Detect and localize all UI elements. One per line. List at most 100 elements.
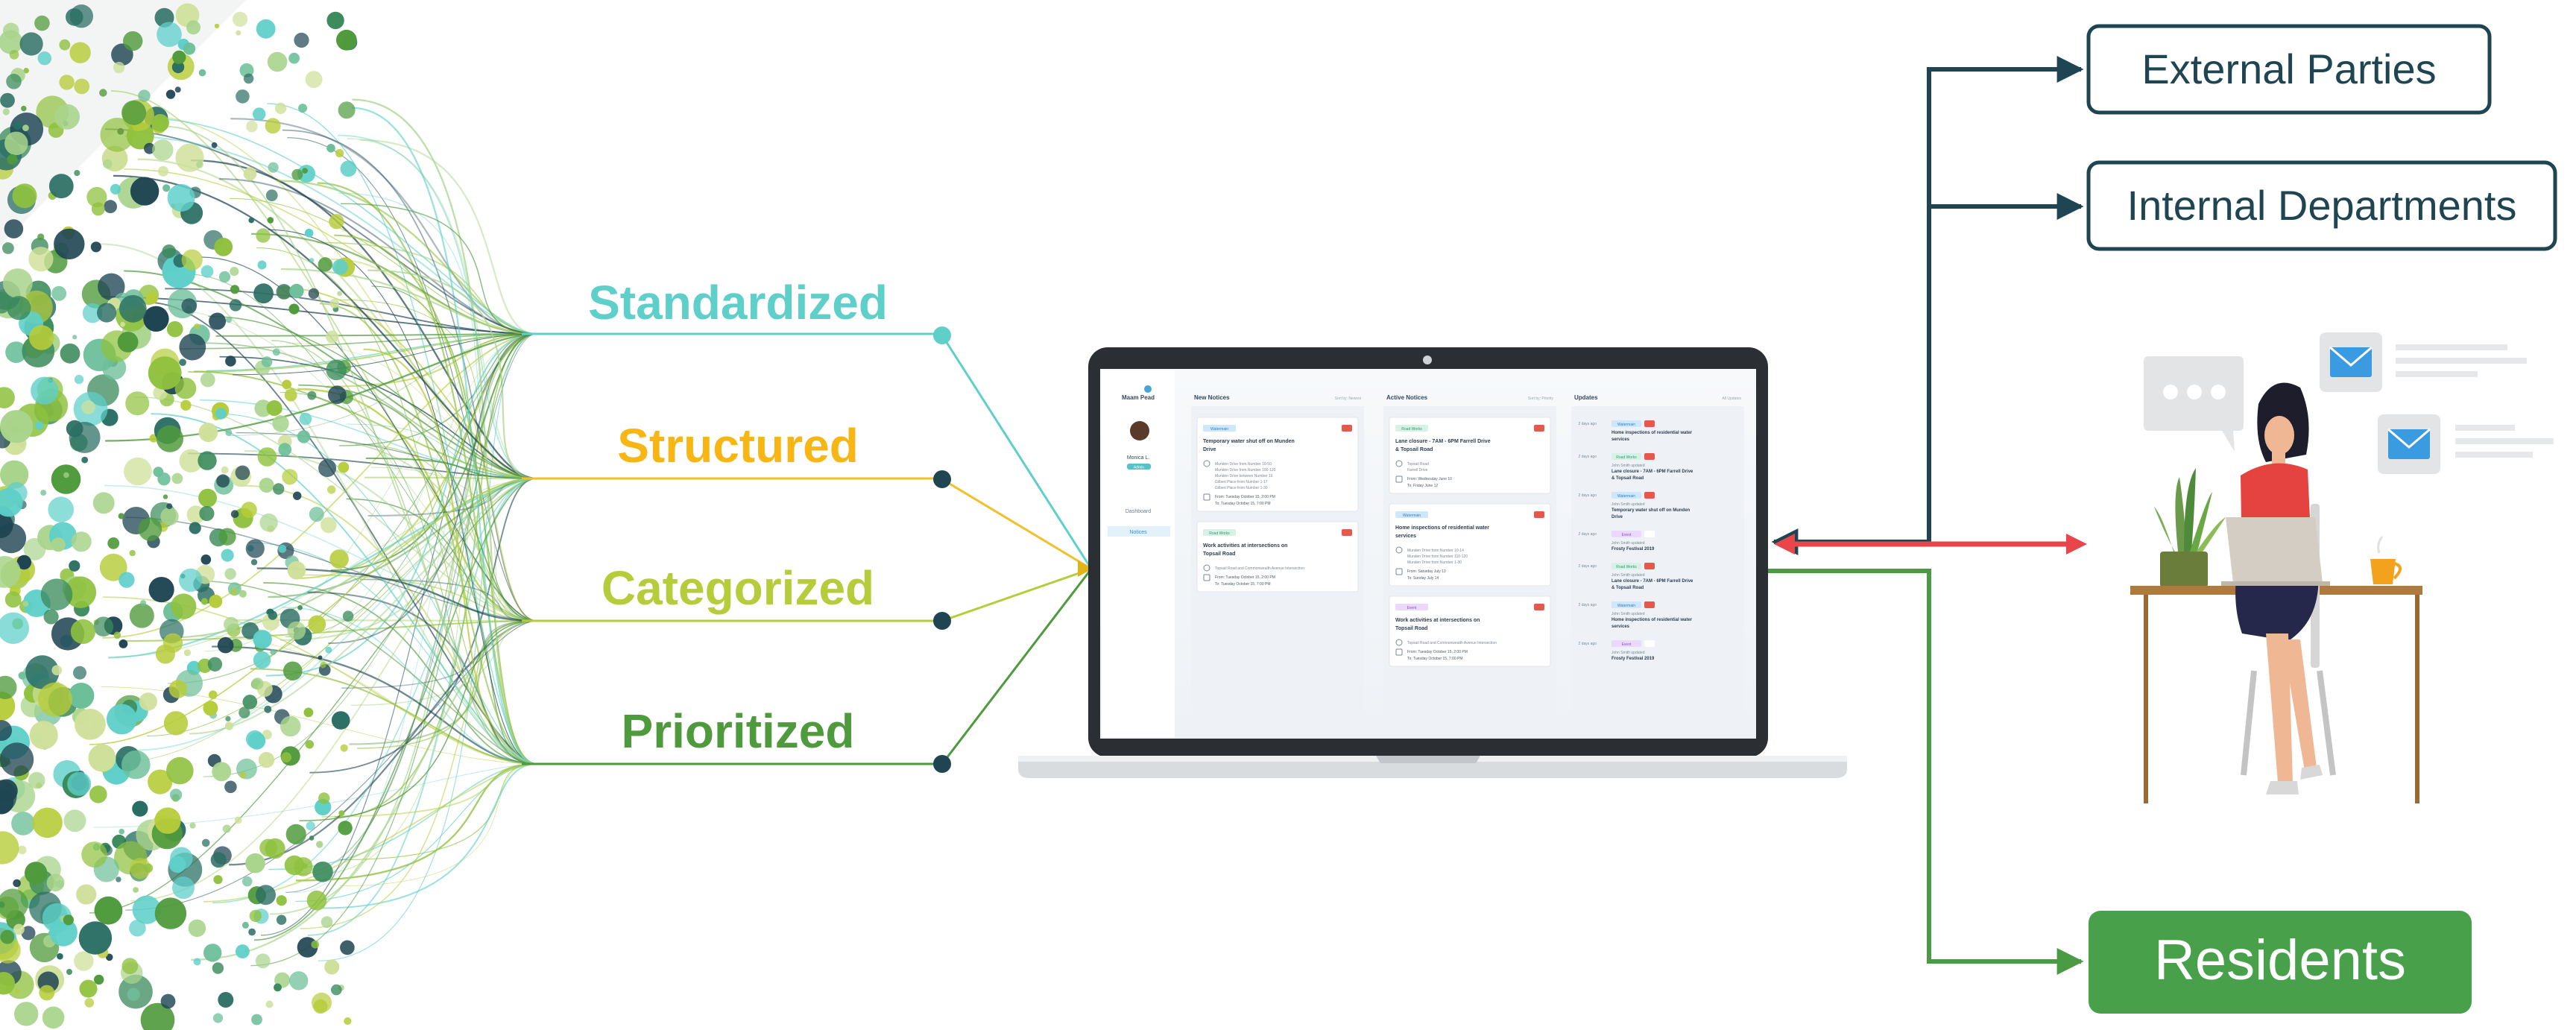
data-dot: [94, 974, 104, 985]
data-dot: [156, 425, 183, 452]
data-dot: [276, 895, 287, 906]
data-dot: [14, 1002, 39, 1026]
data-dot: [63, 809, 86, 832]
data-dot: [152, 139, 174, 161]
data-dot: [320, 662, 326, 669]
data-dot: [54, 104, 80, 130]
data-dot: [326, 359, 347, 381]
data-dot: [40, 490, 47, 496]
update-title[interactable]: Home inspections of residential water: [1611, 431, 1693, 435]
update-tag-label: Event: [1622, 533, 1632, 537]
data-dot: [0, 387, 15, 408]
data-dot: [37, 233, 45, 241]
data-dot: [224, 568, 236, 580]
column-sort[interactable]: All Updates: [1722, 396, 1741, 401]
data-dot: [113, 61, 125, 74]
data-dot: [71, 531, 92, 552]
notice-title: Temporary water shut off on Munden: [1203, 439, 1295, 444]
update-time: 2 days ago: [1579, 493, 1597, 498]
notice-title: Home inspections of residential water: [1395, 525, 1489, 531]
user-name: Monica L.: [1127, 455, 1149, 461]
data-dot: [316, 841, 323, 848]
priority-badge: [1534, 604, 1544, 610]
data-dot: [305, 740, 315, 749]
data-dot: [267, 217, 274, 224]
nav-dashboard[interactable]: Dashboard: [1126, 509, 1151, 514]
data-dot: [255, 953, 271, 969]
data-dot: [336, 29, 357, 51]
data-dot: [0, 410, 34, 443]
data-dot: [143, 306, 169, 332]
update-title[interactable]: Lane closure - 7AM - 6PM Farrell Drive: [1611, 470, 1693, 474]
data-dot: [14, 988, 20, 994]
column-sort[interactable]: Sort by: Newest: [1335, 396, 1362, 401]
data-dot: [78, 921, 113, 955]
data-dot: [270, 648, 277, 655]
data-dot: [132, 800, 148, 817]
data-dot: [331, 711, 350, 730]
update-badge: [1644, 601, 1655, 608]
data-dot: [230, 510, 239, 518]
update-title[interactable]: Drive: [1611, 515, 1623, 519]
update-title[interactable]: Home inspections of residential water: [1611, 618, 1693, 622]
data-dot: [97, 303, 117, 323]
data-dot: [268, 162, 279, 173]
data-dot: [259, 513, 278, 532]
update-title[interactable]: Temporary water shut off on Munden: [1611, 508, 1690, 513]
two-way-arrowhead-left: [1774, 534, 1795, 555]
column-panel: [1571, 406, 1744, 734]
update-badge: [1644, 492, 1655, 499]
data-dot: [181, 249, 203, 271]
data-dot: [239, 771, 247, 779]
update-badge: [1644, 453, 1655, 460]
update-title[interactable]: & Topsail Road: [1611, 476, 1644, 481]
update-tag-label: Watermain: [1617, 604, 1635, 608]
update-title[interactable]: Lane closure - 7AM - 6PM Farrell Drive: [1611, 579, 1693, 584]
flow-diagram: Standardized Structured Categorized Prio…: [0, 0, 2557, 1030]
update-title[interactable]: Frosty Festival 2019: [1611, 657, 1655, 661]
update-title[interactable]: Frosty Festival 2019: [1611, 547, 1655, 552]
recipients: External Parties Internal Departments Re…: [2086, 24, 2557, 1014]
nav-notices[interactable]: Notices: [1129, 530, 1147, 535]
data-dot: [28, 771, 45, 789]
data-dot: [342, 610, 354, 622]
data-dot: [211, 142, 218, 148]
data-dot: [230, 267, 239, 277]
data-dot: [51, 464, 81, 494]
data-dot: [70, 619, 95, 645]
data-dot: [74, 951, 94, 971]
notice-title: services: [1395, 534, 1416, 539]
data-dot: [256, 885, 276, 906]
avatar[interactable]: [1130, 421, 1149, 440]
data-dot: [289, 971, 309, 990]
data-dot: [7, 296, 31, 320]
data-dot: [69, 4, 94, 28]
data-dot: [51, 285, 67, 301]
update-tag-label: Event: [1622, 642, 1632, 647]
update-title[interactable]: & Topsail Road: [1611, 586, 1644, 590]
update-title[interactable]: services: [1611, 437, 1630, 442]
update-title[interactable]: services: [1611, 625, 1630, 629]
notice-location: Topsail Road and Commonwealth Avenue Int…: [1407, 641, 1497, 645]
update-tag-label: Watermain: [1617, 423, 1635, 427]
data-dot: [148, 356, 182, 390]
data-dot: [248, 928, 256, 936]
data-dot: [129, 603, 154, 628]
data-dot: [324, 959, 340, 975]
notice-location: Topsail Road: [1407, 462, 1429, 467]
data-dot: [321, 516, 337, 534]
data-dot: [258, 751, 275, 768]
data-dot: [284, 388, 297, 402]
data-dot: [29, 721, 58, 750]
column-sort[interactable]: Sort by: Priority: [1528, 396, 1554, 401]
data-dot: [302, 168, 308, 174]
data-dot: [201, 838, 210, 847]
data-dot: [193, 958, 201, 966]
data-dot: [74, 374, 84, 385]
data-dot: [17, 845, 27, 855]
resident-laptop: [2226, 517, 2323, 583]
column-title: Active Notices: [1386, 394, 1428, 401]
data-dot: [0, 742, 34, 777]
data-dot: [125, 391, 150, 416]
notice-title: & Topsail Road: [1395, 447, 1433, 452]
